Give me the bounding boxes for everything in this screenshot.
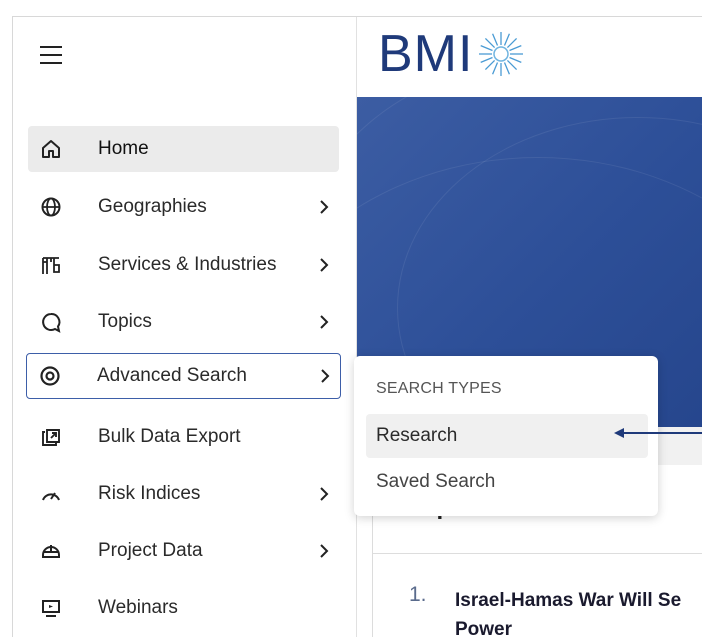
dropdown-item-research[interactable]: Research	[366, 414, 648, 458]
read-title-link[interactable]: Israel-Hamas War Will Se	[455, 583, 702, 619]
export-icon	[38, 424, 64, 450]
sidebar-item-label: Project Data	[98, 540, 203, 561]
home-icon	[38, 136, 64, 162]
sidebar-item-bulk-data-export[interactable]: Bulk Data Export	[28, 414, 339, 460]
sidebar-item-label: Geographies	[98, 196, 207, 217]
dropdown-item-saved-search[interactable]: Saved Search	[366, 460, 648, 504]
hamburger-menu-icon[interactable]	[40, 46, 62, 66]
crane-icon	[38, 252, 64, 278]
read-title-link-continued[interactable]: Power	[455, 619, 512, 641]
chevron-right-icon	[317, 542, 331, 560]
chevron-right-icon	[317, 485, 331, 503]
chevron-right-icon	[317, 256, 331, 274]
annotation-arrow-icon	[614, 428, 702, 438]
helmet-icon	[38, 538, 64, 564]
read-number: 1.	[409, 583, 427, 606]
sidebar-item-label: Bulk Data Export	[98, 426, 241, 447]
sidebar-item-geographies[interactable]: Geographies	[28, 184, 339, 230]
sidebar-item-advanced-search[interactable]: Advanced Search	[26, 353, 341, 399]
sidebar-item-label: Services & Industries	[98, 254, 277, 275]
sidebar-item-label: Advanced Search	[97, 365, 247, 386]
chevron-right-icon	[317, 313, 331, 331]
dropdown-header: SEARCH TYPES	[376, 380, 502, 397]
divider	[373, 553, 702, 554]
sidebar-item-label: Home	[98, 138, 149, 159]
logo-text: BMI	[378, 25, 474, 83]
chat-bubble-icon	[38, 309, 64, 335]
chevron-right-icon	[317, 198, 331, 216]
sidebar-item-topics[interactable]: Topics	[28, 299, 339, 345]
sidebar-item-risk-indices[interactable]: Risk Indices	[28, 471, 339, 517]
sidebar-item-label: Webinars	[98, 597, 178, 618]
dropdown-item-label: Saved Search	[376, 471, 496, 492]
logo-sunburst-icon	[479, 32, 524, 76]
sidebar-item-project-data[interactable]: Project Data	[28, 528, 339, 574]
bmi-logo[interactable]: BMI	[378, 28, 525, 80]
globe-icon	[38, 194, 64, 220]
sidebar-item-home[interactable]: Home	[28, 126, 339, 172]
monitor-icon	[38, 595, 64, 621]
sidebar-item-webinars[interactable]: Webinars	[28, 585, 339, 631]
gauge-icon	[38, 481, 64, 507]
sidebar-item-services-industries[interactable]: Services & Industries	[28, 242, 339, 288]
dropdown-item-label: Research	[376, 425, 458, 446]
chevron-right-icon	[318, 367, 332, 385]
sidebar-item-label: Topics	[98, 311, 152, 332]
target-icon	[37, 363, 63, 389]
sidebar-item-label: Risk Indices	[98, 483, 201, 504]
